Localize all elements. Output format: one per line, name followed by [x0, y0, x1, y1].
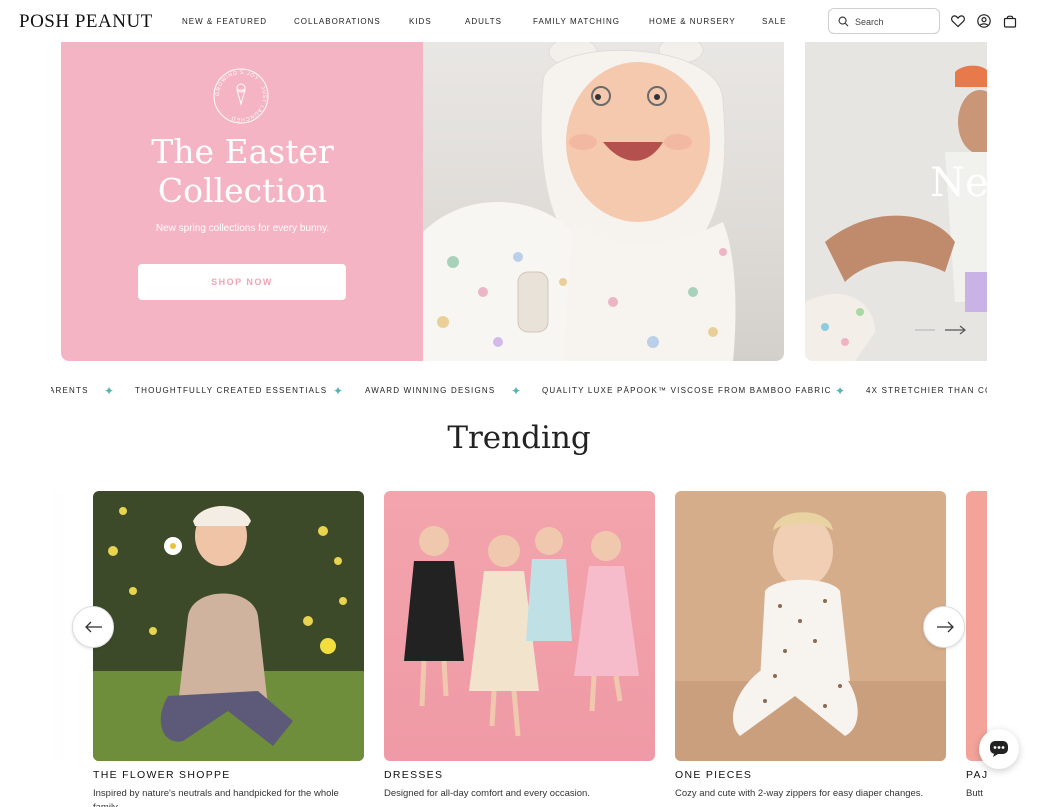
- chat-widget-button[interactable]: [979, 729, 1019, 769]
- just-launched-stamp: GROWING'S JOY · JUST LAUNCHED ·: [213, 68, 269, 124]
- arrow-left-icon: [85, 621, 102, 633]
- hero-slide: GROWING'S JOY · JUST LAUNCHED · The East…: [61, 42, 784, 361]
- nav-adults[interactable]: ADULTS: [465, 17, 502, 26]
- site-header: POSH PEANUT NEW & FEATURED COLLABORATION…: [0, 0, 1038, 42]
- hero-subtitle: New spring collections for every bunny.: [155, 223, 330, 234]
- chat-icon: [990, 741, 1008, 757]
- hero-photo-baby: [423, 42, 784, 361]
- marquee-item: 4X STRETCHIER THAN COT: [866, 386, 987, 395]
- nav-collaborations[interactable]: COLLABORATIONS: [294, 17, 381, 26]
- sparkle-icon: ✦: [511, 384, 522, 398]
- marquee-item: ARENTS: [51, 386, 89, 395]
- nav-kids[interactable]: KIDS: [409, 17, 432, 26]
- carousel-prev-button[interactable]: [72, 606, 114, 648]
- value-props-marquee: ARENTS ✦ THOUGHTFULLY CREATED ESSENTIALS…: [51, 383, 987, 399]
- card-title[interactable]: DRESSES: [384, 769, 443, 781]
- next-slide-title: Ne: [930, 160, 987, 206]
- bag-icon[interactable]: [1002, 13, 1018, 29]
- card-description: Designed for all-day comfort and every o…: [384, 788, 590, 799]
- nav-family-matching[interactable]: FAMILY MATCHING: [533, 17, 620, 26]
- shop-now-button[interactable]: SHOP NOW: [138, 264, 346, 300]
- nav-home-nursery[interactable]: HOME & NURSERY: [649, 17, 736, 26]
- card-description: Cozy and cute with 2-way zippers for eas…: [675, 788, 924, 799]
- hero-promo-panel: GROWING'S JOY · JUST LAUNCHED · The East…: [61, 42, 424, 361]
- search-input[interactable]: [855, 14, 935, 29]
- arrow-right-icon: [937, 621, 954, 633]
- search-icon: [838, 16, 849, 27]
- card-image-dresses: [384, 491, 655, 761]
- search-box[interactable]: [828, 8, 940, 34]
- hero-title: The Easter Collection: [151, 132, 334, 210]
- marquee-item: AWARD WINNING DESIGNS: [365, 386, 496, 395]
- section-title: Trending: [447, 420, 591, 456]
- sparkle-icon: ✦: [333, 384, 344, 398]
- brand-logo[interactable]: POSH PEANUT: [19, 11, 153, 33]
- card-image-one-pieces: [675, 491, 946, 761]
- card-description: Butt: [966, 788, 983, 799]
- carousel-next-button[interactable]: [923, 606, 965, 648]
- baby-illustration: [423, 42, 736, 361]
- svg-text:GROWING'S JOY · JUST LAUNCHED: GROWING'S JOY · JUST LAUNCHED ·: [215, 70, 267, 122]
- hero-next-slide: Ne: [805, 42, 987, 361]
- card-description: Inspired by nature's neutrals and handpi…: [93, 788, 339, 807]
- heart-icon[interactable]: [950, 13, 966, 29]
- nav-new-featured[interactable]: NEW & FEATURED: [182, 17, 267, 26]
- card-title[interactable]: THE FLOWER SHOPPE: [93, 769, 231, 781]
- trending-carousel: THE FLOWER SHOPPE Inspired by nature's n…: [51, 491, 987, 807]
- account-icon[interactable]: [976, 13, 992, 29]
- card-image-pajamas: [966, 491, 987, 761]
- sparkle-icon: ✦: [835, 384, 846, 398]
- card-title[interactable]: PAJ: [966, 769, 987, 781]
- card-title[interactable]: ONE PIECES: [675, 769, 752, 781]
- sparkle-icon: ✦: [104, 384, 115, 398]
- nav-sale[interactable]: SALE: [762, 17, 786, 26]
- marquee-item: QUALITY LUXE PĀPOOK™ VISCOSE FROM BAMBOO…: [542, 386, 832, 395]
- card-image: [51, 491, 71, 761]
- card-image-flower-shoppe: [93, 491, 364, 761]
- marquee-item: THOUGHTFULLY CREATED ESSENTIALS: [135, 386, 328, 395]
